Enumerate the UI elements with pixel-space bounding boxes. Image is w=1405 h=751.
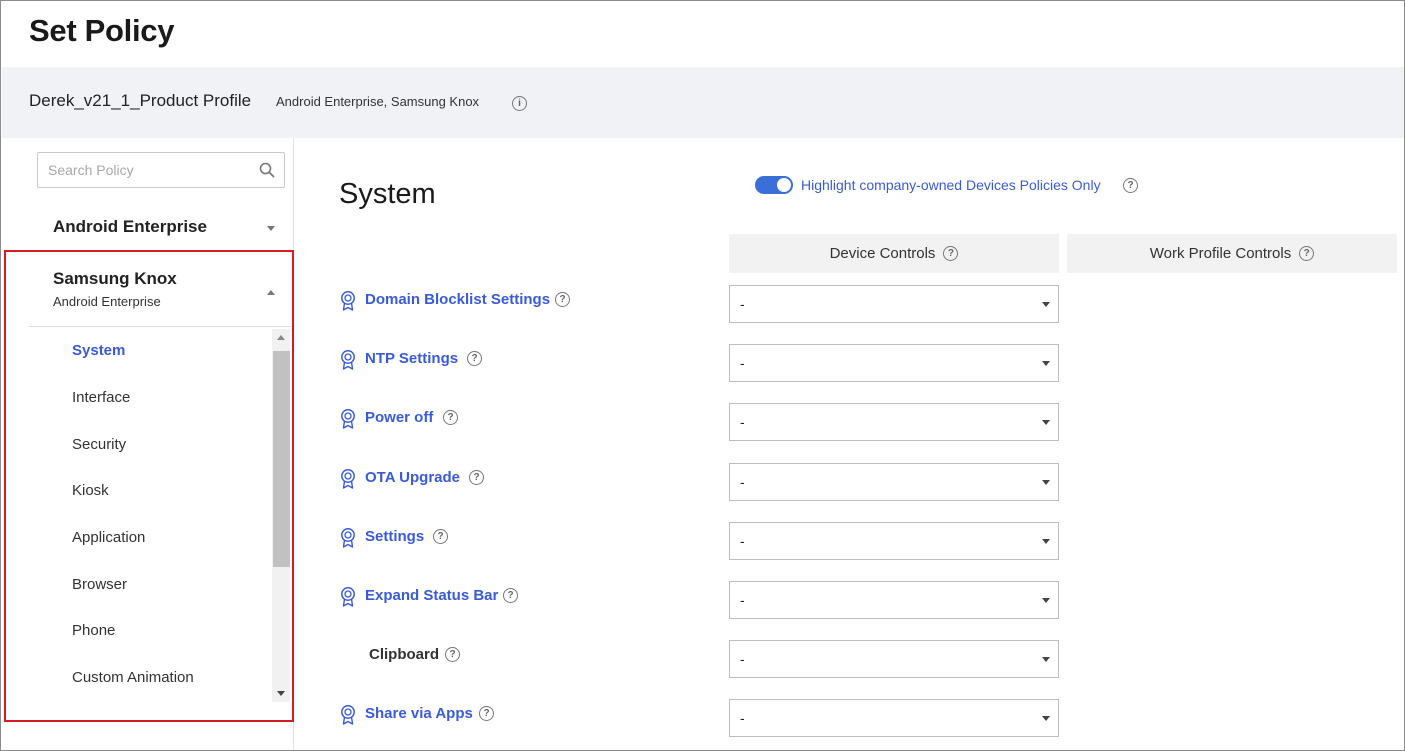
badge-icon (341, 528, 355, 548)
column-header-work-profile-controls: Work Profile Controls ? (1067, 234, 1397, 273)
device-control-select[interactable]: - (729, 403, 1059, 441)
policy-row: Share via Apps? - (339, 699, 1059, 737)
policy-row: Expand Status Bar? - (339, 581, 1059, 619)
highlight-outline (4, 250, 294, 722)
policy-label[interactable]: Share via Apps (365, 705, 473, 722)
device-control-select[interactable]: - (729, 285, 1059, 323)
policy-label[interactable]: NTP Settings (365, 350, 458, 367)
policy-row: Domain Blocklist Settings? - (339, 285, 1059, 323)
help-icon[interactable]: ? (433, 529, 448, 544)
chevron-down-icon[interactable] (267, 226, 275, 231)
badge-icon (341, 469, 355, 489)
group-android-enterprise[interactable]: Android Enterprise (53, 217, 207, 237)
profile-bar: Derek_v21_1_Product Profile Android Ente… (2, 67, 1404, 138)
highlight-toggle[interactable] (755, 176, 793, 194)
select-value: - (740, 533, 745, 549)
badge-icon (341, 291, 355, 311)
chevron-down-icon[interactable] (1042, 539, 1050, 544)
help-icon[interactable]: ? (445, 647, 460, 662)
select-value: - (740, 355, 745, 371)
chevron-down-icon[interactable] (1042, 302, 1050, 307)
chevron-down-icon[interactable] (1042, 598, 1050, 603)
select-value: - (740, 414, 745, 430)
device-control-select[interactable]: - (729, 463, 1059, 501)
group-samsung-knox[interactable]: Samsung Knox (53, 269, 177, 289)
section-title: System (339, 178, 436, 210)
help-icon[interactable]: ? (469, 470, 484, 485)
sidebar-item-interface[interactable]: Interface (72, 389, 130, 406)
help-icon[interactable]: ? (443, 410, 458, 425)
help-icon[interactable]: ? (555, 292, 570, 307)
policy-row: Power off? - (339, 403, 1059, 441)
policy-row: NTP Settings? - (339, 344, 1059, 382)
chevron-down-icon[interactable] (1042, 420, 1050, 425)
scroll-thumb[interactable] (273, 351, 290, 567)
select-value: - (740, 710, 745, 726)
sidebar-item-browser[interactable]: Browser (72, 576, 127, 593)
select-value: - (740, 474, 745, 490)
help-icon[interactable]: ? (479, 706, 494, 721)
chevron-down-icon[interactable] (1042, 480, 1050, 485)
chevron-up-icon[interactable] (267, 290, 275, 295)
chevron-down-icon[interactable] (1042, 361, 1050, 366)
policy-label[interactable]: Settings (365, 528, 424, 545)
search-box[interactable] (37, 152, 285, 188)
sidebar-item-kiosk[interactable]: Kiosk (72, 482, 109, 499)
help-icon[interactable]: ? (1299, 246, 1315, 261)
badge-icon (341, 409, 355, 429)
column-header-label: Device Controls (829, 245, 936, 262)
help-icon[interactable]: ? (503, 588, 518, 603)
device-control-select[interactable]: - (729, 581, 1059, 619)
device-control-select[interactable]: - (729, 344, 1059, 382)
sidebar-item-custom-animation[interactable]: Custom Animation (72, 669, 194, 686)
group-samsung-knox-sublabel: Android Enterprise (53, 294, 161, 309)
help-icon[interactable]: ? (943, 246, 959, 261)
search-icon[interactable] (259, 162, 275, 178)
policy-label[interactable]: OTA Upgrade (365, 469, 460, 486)
policy-sidebar: Android Enterprise Samsung Knox Android … (2, 138, 294, 750)
info-icon[interactable]: i (512, 96, 527, 111)
policy-label: Clipboard (369, 646, 439, 663)
sidebar-item-application[interactable]: Application (72, 529, 145, 546)
help-icon[interactable]: ? (1123, 178, 1138, 193)
badge-icon (341, 350, 355, 370)
scroll-down-arrow-icon[interactable] (277, 691, 285, 696)
sidebar-scrollbar[interactable] (272, 329, 290, 702)
select-value: - (740, 651, 745, 667)
device-control-select[interactable]: - (729, 522, 1059, 560)
chevron-down-icon[interactable] (1042, 716, 1050, 721)
badge-icon (341, 705, 355, 725)
select-value: - (740, 592, 745, 608)
device-control-select[interactable]: - (729, 699, 1059, 737)
policy-label[interactable]: Domain Blocklist Settings (365, 291, 550, 308)
scroll-up-arrow-icon[interactable] (277, 335, 285, 340)
page-title: Set Policy (29, 13, 175, 48)
device-control-select[interactable]: - (729, 640, 1059, 678)
help-icon[interactable]: ? (467, 351, 482, 366)
highlight-toggle-label[interactable]: Highlight company-owned Devices Policies… (801, 177, 1101, 193)
profile-platforms: Android Enterprise, Samsung Knox (276, 94, 480, 109)
policy-label[interactable]: Expand Status Bar (365, 587, 498, 604)
sidebar-item-security[interactable]: Security (72, 436, 126, 453)
sidebar-item-phone[interactable]: Phone (72, 622, 115, 639)
policy-row: OTA Upgrade? - (339, 463, 1059, 501)
select-value: - (740, 296, 745, 312)
badge-icon (341, 587, 355, 607)
divider (29, 326, 291, 327)
window-frame: Set Policy Derek_v21_1_Product Profile A… (0, 0, 1405, 751)
policy-row: Settings? - (339, 522, 1059, 560)
policy-label[interactable]: Power off (365, 409, 433, 426)
sidebar-item-system[interactable]: System (72, 342, 125, 359)
policy-row: Clipboard? - (339, 640, 1059, 678)
profile-name: Derek_v21_1_Product Profile (29, 91, 252, 110)
column-header-label: Work Profile Controls (1149, 245, 1292, 262)
chevron-down-icon[interactable] (1042, 657, 1050, 662)
search-input[interactable] (48, 162, 248, 178)
column-header-device-controls: Device Controls ? (729, 234, 1059, 273)
toggle-knob (776, 177, 792, 193)
